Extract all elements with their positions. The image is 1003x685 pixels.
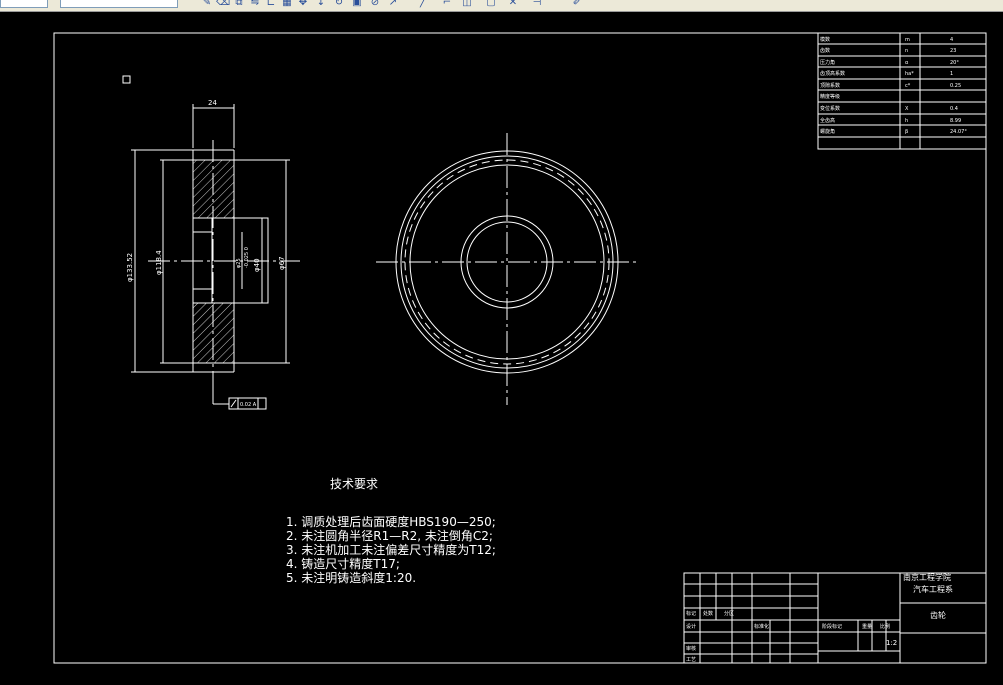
tech-title: 技术要求 (330, 477, 378, 491)
param-symbol: n (905, 48, 908, 54)
tb-design: 设计 (686, 623, 696, 630)
dim-icon[interactable]: ⊣ (530, 0, 544, 10)
fillet-icon[interactable]: ◫ (460, 0, 474, 10)
dim-width: 24 (208, 99, 217, 107)
dim-bore-tolerance: -0.025 0 (244, 247, 250, 268)
style-dropdown[interactable] (60, 0, 178, 8)
param-symbol: c* (905, 83, 911, 89)
break-icon[interactable]: ╱ (416, 0, 430, 10)
param-symbol: X (905, 106, 909, 112)
tolerance-frame: 0.02 A (240, 402, 257, 408)
param-name: 变位系数 (820, 105, 840, 112)
layer-dropdown[interactable] (0, 0, 48, 8)
extend-icon[interactable]: ↗ (386, 0, 400, 10)
stretch-icon[interactable]: ↕ (314, 0, 328, 10)
param-name: 压力角 (820, 59, 835, 66)
trim-icon[interactable]: ⊘ (368, 0, 382, 10)
param-symbol: α (905, 60, 909, 66)
tb-weight: 重量 (862, 623, 872, 630)
param-name: 齿数 (820, 47, 830, 54)
param-symbol: β (905, 129, 908, 135)
tech-item: 1. 调质处理后齿面硬度HBS190—250; (286, 514, 496, 529)
dim-bore-diameter: φ25 (236, 258, 242, 268)
dim-hub-diameter: φ40 (253, 258, 261, 272)
drawing-canvas[interactable]: 模数 m 4 齿数 n 23 压力角 α 20° 齿顶高系数 ha* 1 顶隙系数 c* 0.25 精度等级变… (0, 11, 1003, 685)
param-name: 模数 (820, 36, 830, 43)
tb-std: 标准化 (754, 623, 769, 630)
tech-item: 3. 未注机加工未注偏差尺寸精度为T12; (286, 542, 496, 557)
tech-item: 5. 未注明铸造斜度1:20. (286, 570, 416, 585)
tb-scale: 1:2 (886, 639, 897, 647)
rotate-icon[interactable]: ↻ (332, 0, 346, 10)
tb-ratio: 比例 (880, 623, 890, 630)
mirror-icon[interactable]: ⇋ (248, 0, 262, 10)
param-name: 精度等级 (820, 93, 840, 100)
eraser-icon[interactable]: ⌫ (216, 0, 230, 10)
tb-dept: 汽车工程系 (913, 584, 953, 594)
offset-icon[interactable]: ⊏ (264, 0, 278, 10)
param-value: 0.25 (950, 83, 961, 89)
param-value: 8.99 (950, 118, 961, 124)
dim-tip-diameter: φ133.52 (126, 253, 134, 282)
param-value: 1 (950, 71, 953, 77)
param-name: 螺旋角 (820, 128, 835, 135)
gear-parameter-table: 模数 m 4 齿数 n 23 压力角 α 20° 齿顶高系数 ha* 1 顶隙系数 c* 0.25 精度等级变… (817, 32, 987, 150)
gear-front-view (376, 133, 640, 405)
tb-school: 南京工程学院 (903, 572, 951, 582)
tb-count: 处数 (703, 610, 713, 617)
pencil-icon[interactable]: ✎ (200, 0, 214, 10)
explode-icon[interactable]: ✕ (506, 0, 520, 10)
param-symbol: m (905, 37, 910, 43)
tb-zone: 分区 (724, 610, 734, 617)
param-name: 全齿高 (820, 117, 835, 124)
param-value: 20° (950, 60, 959, 66)
title-block: 标记 处数 分区 设计 标准化 审核 工艺 阶段标记 重量 比例 1:2 南京工… (683, 572, 987, 664)
tb-review: 审核 (686, 645, 696, 652)
param-value: 4 (950, 37, 953, 43)
param-value: 0.4 (950, 106, 958, 112)
move-icon[interactable]: ✥ (296, 0, 310, 10)
tb-stage: 阶段标记 (822, 623, 842, 630)
tb-craft: 工艺 (686, 657, 696, 663)
tb-part-name: 齿轮 (930, 610, 946, 620)
tech-item: 4. 铸造尺寸精度T17; (286, 556, 400, 571)
param-value: 23 (950, 48, 956, 54)
param-name: 齿顶高系数 (820, 70, 845, 77)
dim-root-diameter: φ118.4 (155, 250, 163, 275)
param-value: 24.07° (950, 129, 967, 135)
array-icon[interactable]: ▦ (280, 0, 294, 10)
tech-item: 2. 未注圆角半径R1—R2, 未注倒角C2; (286, 528, 493, 543)
join-icon[interactable]: ▢ (484, 0, 498, 10)
match-properties-icon[interactable]: ✐ (570, 0, 584, 10)
gear-section-view: 24 φ133.52 φ118.4 φ67 φ40 φ25 -0.025 0 0… (126, 99, 300, 410)
tb-mark: 标记 (686, 610, 696, 617)
scale-icon[interactable]: ▣ (350, 0, 364, 10)
marker-square (122, 75, 131, 84)
param-symbol: h (905, 118, 908, 124)
copy-icon[interactable]: ⧉ (232, 0, 246, 10)
technical-requirements: 技术要求 1. 调质处理后齿面硬度HBS190—250;2. 未注圆角半径R1—… (286, 477, 496, 585)
param-symbol: ha* (905, 71, 914, 77)
dim-hub2-diameter: φ67 (278, 256, 286, 270)
param-name: 顶隙系数 (820, 82, 840, 89)
chamfer-icon[interactable]: ⌐ (440, 0, 454, 10)
